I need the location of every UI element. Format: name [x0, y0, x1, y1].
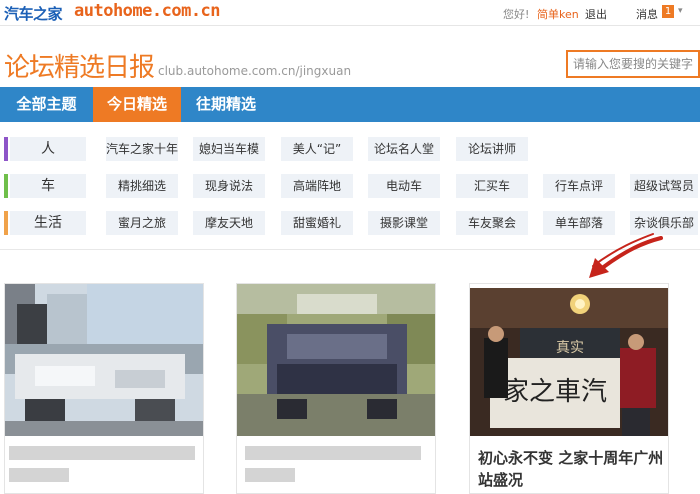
post-thumbnail[interactable] — [237, 284, 435, 436]
category-tag[interactable]: 蜜月之旅 — [106, 211, 178, 235]
post-card[interactable] — [4, 283, 204, 494]
page-url: club.autohome.com.cn/jingxuan — [158, 64, 352, 78]
category-tag[interactable]: 美人“记” — [281, 137, 353, 161]
tab-past-picks[interactable]: 往期精选 — [181, 87, 271, 122]
site-logo-url[interactable]: autohome.com.cn — [74, 1, 221, 21]
category-row-people: 人 汽车之家十年 媳妇当车模 美人“记” 论坛名人堂 论坛讲师 — [0, 137, 700, 163]
category-color-bar — [4, 174, 8, 198]
main-nav: 全部主题 今日精选 往期精选 — [0, 87, 700, 122]
logout-link[interactable]: 退出 — [585, 6, 607, 22]
post-thumbnail[interactable] — [5, 284, 203, 436]
category-tag[interactable]: 高端阵地 — [281, 174, 353, 198]
tab-all-topics[interactable]: 全部主题 — [0, 87, 93, 122]
messages-link[interactable]: 消息 — [636, 6, 658, 22]
category-tag[interactable]: 甜蜜婚礼 — [281, 211, 353, 235]
category-heading[interactable]: 车 — [10, 174, 86, 198]
category-tag[interactable]: 汇买车 — [456, 174, 528, 198]
category-tag[interactable]: 电动车 — [368, 174, 440, 198]
post-title-blurred — [245, 446, 421, 460]
post-title-blurred — [245, 468, 295, 482]
category-tag[interactable]: 车友聚会 — [456, 211, 528, 235]
message-count-badge: 1 — [662, 5, 674, 18]
search-input[interactable] — [568, 52, 698, 76]
category-row-cars: 车 精挑细选 现身说法 高端阵地 电动车 汇买车 行车点评 超级试驾员 — [0, 174, 700, 200]
category-tag[interactable]: 精挑细选 — [106, 174, 178, 198]
post-thumbnail[interactable]: 真实 家之車汽 — [470, 288, 668, 436]
category-tag[interactable]: 媳妇当车模 — [193, 137, 265, 161]
svg-text:家之車汽: 家之車汽 — [503, 377, 607, 407]
category-tag[interactable]: 超级试驾员 — [630, 174, 698, 198]
greeting-text: 您好! — [503, 8, 530, 21]
post-card[interactable] — [236, 283, 436, 494]
category-heading[interactable]: 生活 — [10, 211, 86, 235]
category-tag[interactable]: 摩友天地 — [193, 211, 265, 235]
category-heading[interactable]: 人 — [10, 137, 86, 161]
post-title[interactable]: 初心永不变 之家十周年广州站盛况 — [478, 447, 668, 491]
category-color-bar — [4, 211, 8, 235]
tab-today-picks[interactable]: 今日精选 — [93, 87, 181, 122]
chevron-down-icon[interactable]: ▾ — [678, 6, 683, 16]
search-box — [566, 50, 700, 78]
category-tag[interactable]: 摄影课堂 — [368, 211, 440, 235]
category-color-bar — [4, 137, 8, 161]
page-title: 论坛精选日报 — [4, 53, 155, 83]
post-title-blurred — [9, 468, 69, 482]
post-card-featured[interactable]: 真实 家之車汽 初心永不变 之家十周年广州站盛况 — [469, 283, 669, 494]
top-bar: 汽车之家 autohome.com.cn 您好! 简单ken 退出 消息 1 ▾ — [0, 0, 700, 26]
username-link[interactable]: 简单ken — [537, 6, 579, 22]
category-tag[interactable]: 行车点评 — [543, 174, 615, 198]
category-tag[interactable]: 汽车之家十年 — [106, 137, 178, 161]
category-tag[interactable]: 论坛名人堂 — [368, 137, 440, 161]
red-arrow-annotation — [589, 233, 663, 278]
category-tag[interactable]: 现身说法 — [193, 174, 265, 198]
svg-text:真实: 真实 — [556, 340, 584, 356]
post-title-blurred — [9, 446, 195, 460]
site-logo[interactable]: 汽车之家 — [4, 3, 63, 24]
category-tag[interactable]: 论坛讲师 — [456, 137, 528, 161]
